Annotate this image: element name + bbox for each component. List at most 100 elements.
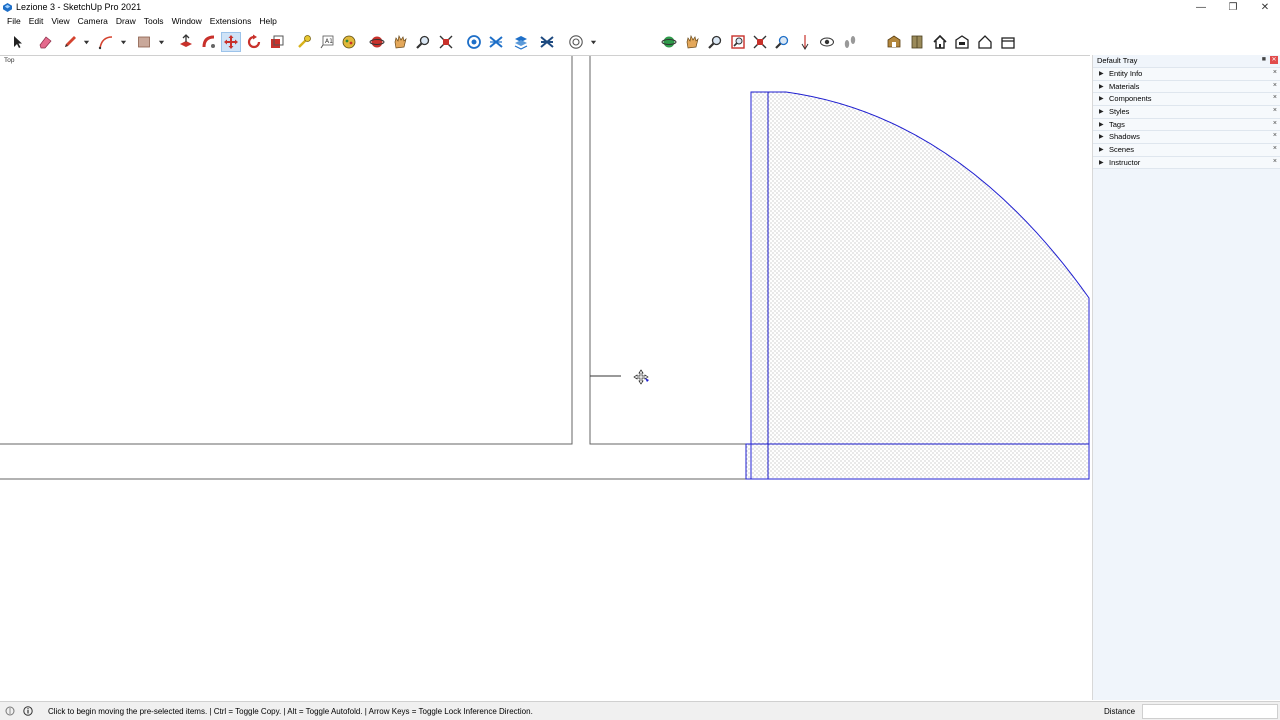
section-cuts-tool-button[interactable]	[511, 32, 531, 52]
section-fill-tool-button[interactable]	[486, 32, 506, 52]
tray-panel-instructor[interactable]: ▶ Instructor ×	[1093, 155, 1280, 169]
home-button[interactable]	[930, 32, 950, 52]
restore-button[interactable]: ❐	[1218, 0, 1248, 15]
panel-close-icon[interactable]: ×	[1273, 145, 1277, 152]
select-tool-button[interactable]	[7, 32, 27, 52]
zoom-extents-tool-button-2[interactable]	[750, 32, 770, 52]
orbit-icon	[369, 36, 385, 48]
orbit-tool-button[interactable]	[367, 32, 387, 52]
panel-close-icon[interactable]: ×	[1273, 69, 1277, 76]
panel-close-icon[interactable]: ×	[1273, 158, 1277, 165]
menu-draw[interactable]: Draw	[112, 15, 140, 29]
title-bar: Lezione 3 - SketchUp Pro 2021 — ❐ ✕	[0, 0, 1280, 15]
measurements-box[interactable]	[1142, 704, 1278, 719]
menu-help[interactable]: Help	[255, 15, 280, 29]
pencil-tool-button[interactable]	[60, 32, 80, 52]
move-tool-button[interactable]	[221, 32, 241, 52]
panel-close-icon[interactable]: ×	[1273, 94, 1277, 101]
panel-close-icon[interactable]: ×	[1273, 120, 1277, 127]
caret-right-icon: ▶	[1099, 134, 1104, 141]
section-cuts-icon	[514, 36, 528, 50]
tray-panel-tags[interactable]: ▶ Tags ×	[1093, 117, 1280, 131]
zoom-window-tool-button[interactable]	[728, 32, 748, 52]
chevron-down-icon	[590, 40, 597, 44]
zoom-extents-tool-button[interactable]	[436, 32, 456, 52]
arc-dropdown-button[interactable]	[119, 32, 128, 52]
menu-tools[interactable]: Tools	[140, 15, 168, 29]
zoom-extents-icon	[753, 35, 767, 49]
menu-extensions[interactable]: Extensions	[206, 15, 256, 29]
info-icon[interactable]	[23, 706, 33, 716]
look-around-tool-button[interactable]	[817, 32, 837, 52]
wall-outline-middle[interactable]	[589, 56, 746, 445]
previous-view-button[interactable]	[772, 32, 792, 52]
panel-close-icon[interactable]: ×	[1273, 82, 1277, 89]
3d-warehouse-button[interactable]	[884, 32, 904, 52]
move-cursor-icon	[633, 369, 649, 385]
text-tool-button[interactable]: A1	[317, 32, 337, 52]
menu-file[interactable]: File	[3, 15, 25, 29]
minimize-button[interactable]: —	[1186, 0, 1216, 15]
selected-vertical-strip[interactable]	[750, 91, 769, 480]
zoom-tool-button[interactable]	[413, 32, 433, 52]
position-camera-tool-button[interactable]	[795, 32, 815, 52]
orbit-tool-button-2[interactable]	[659, 32, 679, 52]
panel-close-icon[interactable]: ×	[1273, 132, 1277, 139]
geo-location-icon[interactable]	[5, 706, 15, 716]
tray-panel-components[interactable]: ▶ Components ×	[1093, 92, 1280, 106]
selected-quarter-face[interactable]	[750, 91, 1090, 445]
house-button[interactable]	[975, 32, 995, 52]
close-icon: ✕	[1271, 57, 1277, 63]
panel-close-icon[interactable]: ×	[1273, 107, 1277, 114]
tray-panel-label: Shadows	[1109, 132, 1140, 142]
scale-tool-button[interactable]	[267, 32, 287, 52]
model-drawing[interactable]	[0, 56, 1090, 701]
zoom-tool-button-2[interactable]	[705, 32, 725, 52]
wall-outline-left[interactable]	[0, 56, 573, 445]
tray-panel-shadows[interactable]: ▶ Shadows ×	[1093, 130, 1280, 144]
tray-close-button[interactable]: ✕	[1270, 56, 1278, 64]
chevron-down-icon	[120, 40, 127, 44]
layout-button[interactable]	[952, 32, 972, 52]
solid-tools-button[interactable]	[537, 32, 557, 52]
menu-edit[interactable]: Edit	[25, 15, 48, 29]
push-pull-tool-button[interactable]	[176, 32, 196, 52]
tape-measure-icon	[298, 35, 311, 48]
tray-header: Default Tray ■ ✕	[1093, 55, 1280, 67]
caret-right-icon: ▶	[1099, 83, 1104, 90]
walk-tool-button[interactable]	[682, 32, 702, 52]
section-plane-tool-button[interactable]	[464, 32, 484, 52]
arc-tool-button[interactable]	[96, 32, 116, 52]
menu-camera[interactable]: Camera	[74, 15, 112, 29]
svg-text:A1: A1	[325, 38, 333, 45]
extensions-dropdown-button[interactable]	[589, 32, 598, 52]
selected-bottom-band[interactable]	[745, 443, 1090, 480]
eraser-tool-button[interactable]	[35, 32, 55, 52]
pan-tool-button[interactable]	[390, 32, 410, 52]
window-title: Lezione 3 - SketchUp Pro 2021	[16, 2, 142, 12]
menu-view[interactable]: View	[47, 15, 73, 29]
tray-panel-entity-info[interactable]: ▶ Entity Info ×	[1093, 67, 1280, 80]
tray-panel-materials[interactable]: ▶ Materials ×	[1093, 79, 1280, 93]
extensions-menu-button[interactable]	[566, 32, 586, 52]
modeling-viewport[interactable]: Top	[0, 55, 1090, 700]
eye-icon	[820, 37, 834, 47]
main-toolbar: A1	[0, 29, 1280, 55]
tape-measure-tool-button[interactable]	[294, 32, 314, 52]
menu-window[interactable]: Window	[168, 15, 206, 29]
line-dropdown-button[interactable]	[82, 32, 91, 52]
paint-bucket-tool-button[interactable]	[339, 32, 359, 52]
footprints-tool-button[interactable]	[840, 32, 860, 52]
rotate-tool-button[interactable]	[244, 32, 264, 52]
pin-icon[interactable]: ■	[1262, 56, 1266, 63]
follow-me-tool-button[interactable]	[199, 32, 219, 52]
extension-warehouse-button[interactable]	[907, 32, 927, 52]
close-button[interactable]: ✕	[1250, 0, 1280, 15]
shape-tool-button[interactable]	[134, 32, 154, 52]
tray-panel-scenes[interactable]: ▶ Scenes ×	[1093, 143, 1280, 156]
house-flat-button[interactable]	[998, 32, 1018, 52]
shape-dropdown-button[interactable]	[157, 32, 166, 52]
tray-panel-styles[interactable]: ▶ Styles ×	[1093, 105, 1280, 118]
tray-panel-label: Tags	[1109, 119, 1125, 129]
position-camera-icon	[801, 35, 809, 50]
